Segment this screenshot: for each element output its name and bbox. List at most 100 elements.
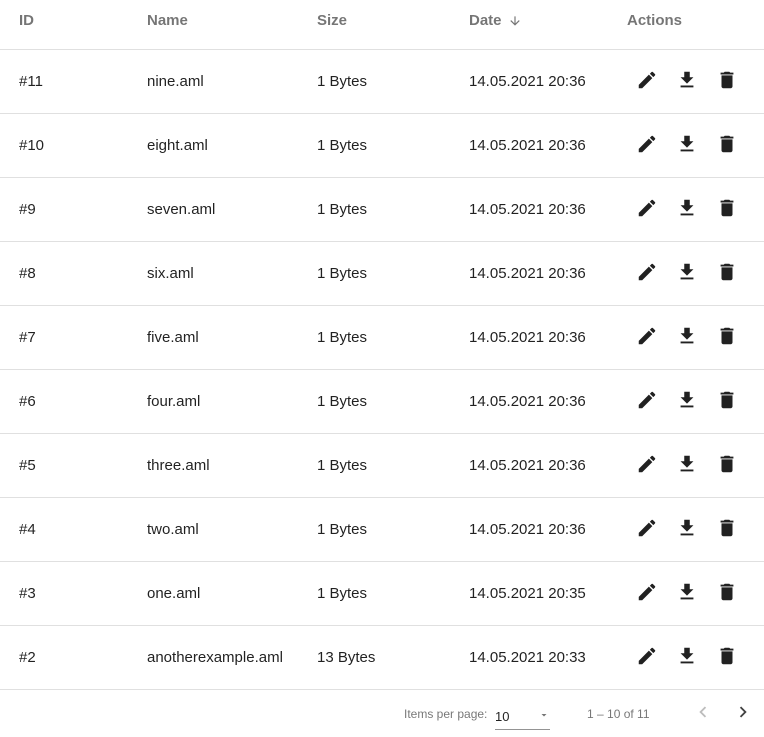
cell-id: #7 [19,329,36,346]
edit-button[interactable] [627,510,667,550]
delete-button[interactable] [707,638,747,678]
delete-button[interactable] [707,382,747,422]
download-button[interactable] [667,382,707,422]
delete-button[interactable] [707,510,747,550]
arrow-down-icon [508,14,522,28]
edit-button[interactable] [627,574,667,614]
row-actions [627,178,747,241]
header-name[interactable]: Name [147,0,188,45]
cell-id: #3 [19,585,36,602]
cell-id: #9 [19,201,36,218]
download-icon [676,645,698,671]
cell-name: seven.aml [147,201,216,218]
download-button[interactable] [667,62,707,102]
delete-icon [716,133,738,159]
header-id[interactable]: ID [19,0,34,45]
edit-button[interactable] [627,190,667,230]
header-size[interactable]: Size [317,0,347,45]
cell-size: 1 Bytes [317,393,368,410]
edit-button[interactable] [627,382,667,422]
download-button[interactable] [667,510,707,550]
row-actions [627,626,747,689]
table-row: #2 anotherexample.aml 13 Bytes 14.05.2021 2… [0,626,764,690]
delete-icon [716,581,738,607]
cell-name: five.aml [147,329,199,346]
edit-icon [636,581,658,607]
row-actions [627,50,747,113]
download-button[interactable] [667,318,707,358]
edit-button[interactable] [627,126,667,166]
cell-size: 1 Bytes [317,73,368,90]
table-row: #7 five.aml 1 Bytes 14.05.2021 20:36 [0,306,764,370]
cell-id: #10 [19,137,45,154]
edit-icon [636,133,658,159]
download-icon [676,69,698,95]
cell-id: #11 [19,73,43,90]
download-button[interactable] [667,574,707,614]
download-button[interactable] [667,254,707,294]
table-header-row: ID Name Size Date Actions [0,0,764,50]
paginator: Items per page: 10 1 – 10 of 11 [0,690,764,737]
header-date-label: Date [469,12,502,29]
previous-page-button[interactable] [688,698,718,728]
table-row: #5 three.aml 1 Bytes 14.05.2021 20:36 [0,434,764,498]
edit-icon [636,197,658,223]
cell-id: #5 [19,457,36,474]
next-page-button[interactable] [728,698,758,728]
delete-icon [716,325,738,351]
download-button[interactable] [667,638,707,678]
cell-date: 14.05.2021 20:33 [469,649,586,666]
items-per-page-label: Items per page: [404,706,488,721]
cell-date: 14.05.2021 20:36 [469,521,586,538]
delete-button[interactable] [707,62,747,102]
cell-date: 14.05.2021 20:36 [469,73,586,90]
items-per-page-select[interactable]: 10 [495,704,550,730]
cell-name: anotherexample.aml [147,649,283,666]
delete-button[interactable] [707,126,747,166]
download-button[interactable] [667,446,707,486]
cell-size: 13 Bytes [317,649,376,666]
cell-name: one.aml [147,585,201,602]
cell-date: 14.05.2021 20:36 [469,265,586,282]
files-table: ID Name Size Date Actions #11 nine.aml 1 B… [0,0,764,690]
download-icon [676,261,698,287]
delete-button[interactable] [707,318,747,358]
edit-icon [636,517,658,543]
row-actions [627,370,747,433]
cell-id: #8 [19,265,36,282]
cell-date: 14.05.2021 20:36 [469,457,586,474]
table-body: #11 nine.aml 1 Bytes 14.05.2021 20:36 #10 eig… [0,50,764,690]
edit-button[interactable] [627,638,667,678]
download-button[interactable] [667,126,707,166]
delete-icon [716,389,738,415]
download-icon [676,389,698,415]
cell-name: eight.aml [147,137,208,154]
edit-button[interactable] [627,446,667,486]
edit-icon [636,645,658,671]
edit-icon [636,261,658,287]
edit-button[interactable] [627,318,667,358]
edit-button[interactable] [627,254,667,294]
table-row: #6 four.aml 1 Bytes 14.05.2021 20:36 [0,370,764,434]
edit-icon [636,453,658,479]
table-row: #3 one.aml 1 Bytes 14.05.2021 20:35 [0,562,764,626]
header-actions: Actions [627,12,683,29]
header-date[interactable]: Date [469,0,522,45]
download-button[interactable] [667,190,707,230]
table-row: #11 nine.aml 1 Bytes 14.05.2021 20:36 [0,50,764,114]
cell-name: two.aml [147,521,199,538]
edit-icon [636,69,658,95]
delete-button[interactable] [707,574,747,614]
cell-size: 1 Bytes [317,265,368,282]
download-icon [676,453,698,479]
edit-button[interactable] [627,62,667,102]
row-actions [627,562,747,625]
row-actions [627,498,747,561]
download-icon [676,133,698,159]
cell-id: #2 [19,649,36,666]
delete-button[interactable] [707,254,747,294]
delete-button[interactable] [707,446,747,486]
cell-name: three.aml [147,457,210,474]
delete-button[interactable] [707,190,747,230]
chevron-right-icon [732,701,754,726]
